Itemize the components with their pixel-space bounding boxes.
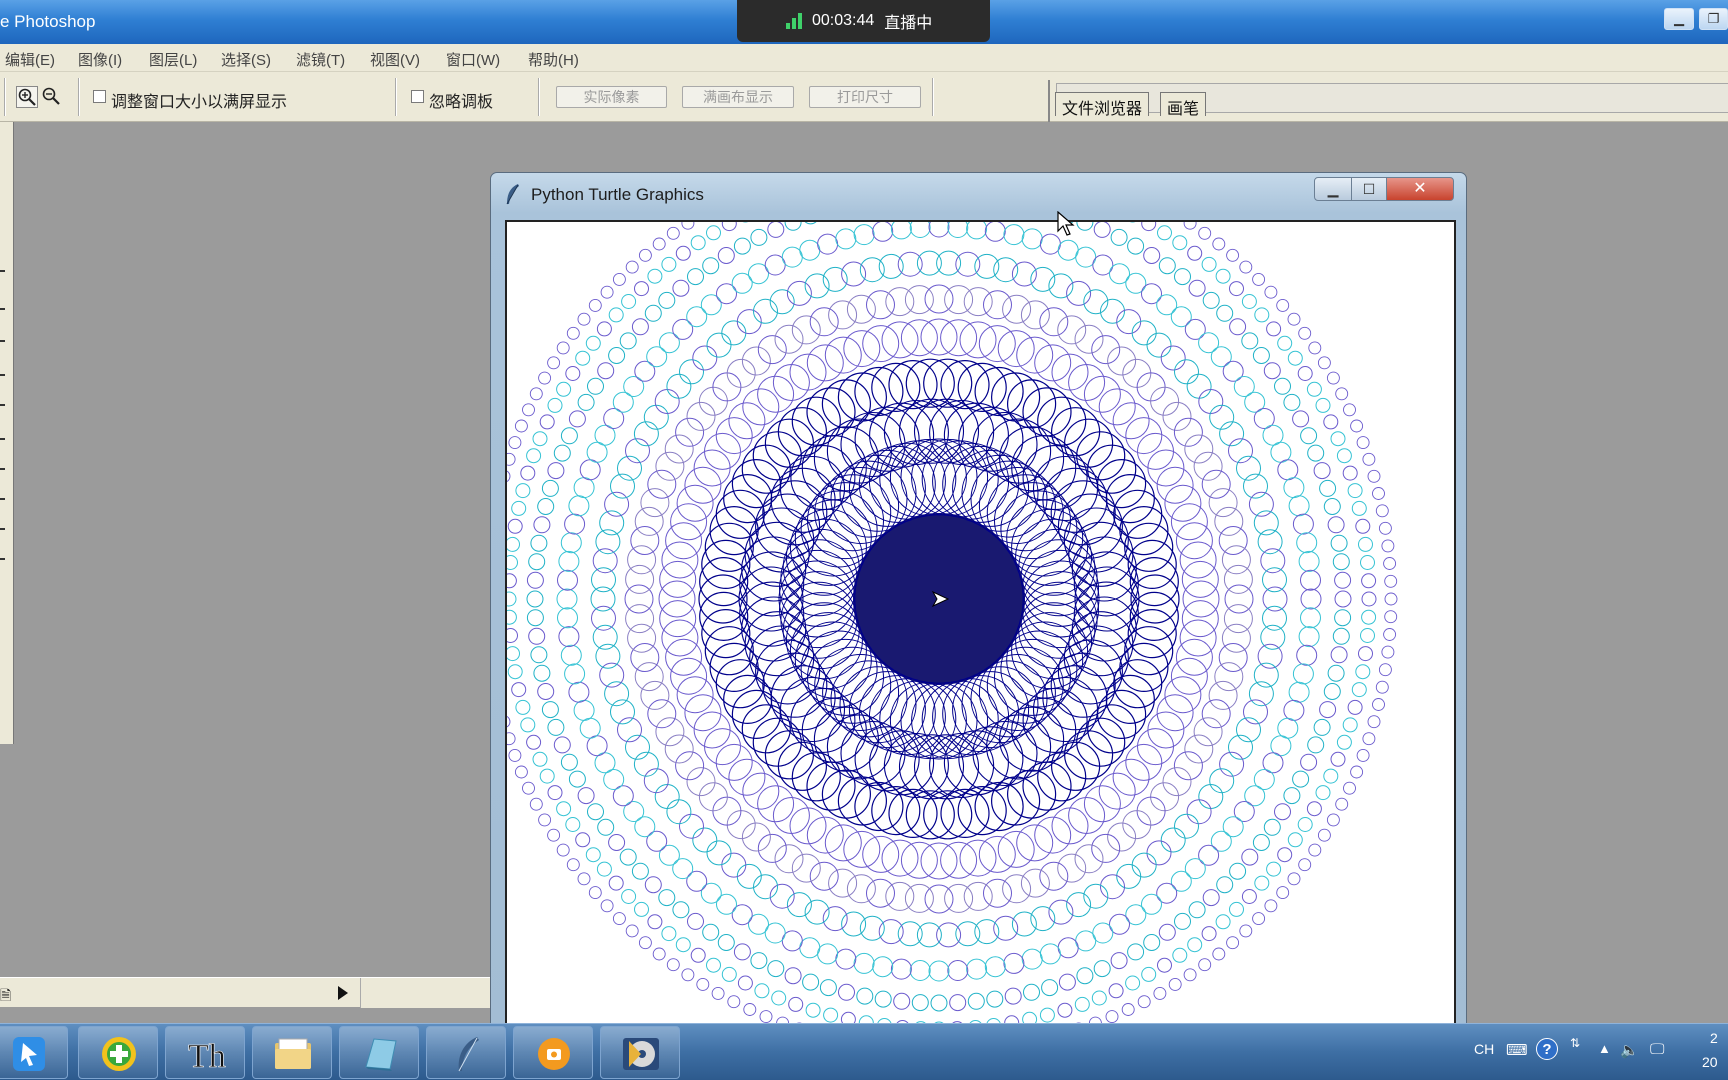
language-indicator[interactable]: CH (1474, 1041, 1494, 1057)
th-app-icon: Th (188, 1038, 226, 1073)
menu-layer[interactable]: 图层(L) (149, 49, 197, 70)
status-menu-arrow-icon[interactable] (338, 986, 348, 1000)
turtle-window: Python Turtle Graphics ▁ ☐ ✕ (490, 172, 1467, 1032)
add-app-icon (102, 1037, 136, 1071)
zoom-out-icon[interactable] (41, 86, 63, 108)
keyboard-icon[interactable]: ⌨ (1506, 1041, 1528, 1059)
clock-date[interactable]: 20 (1702, 1054, 1718, 1070)
actual-pixels-button[interactable]: 实际像素 (556, 86, 667, 108)
palette-well (1048, 80, 1728, 122)
taskbar-app-notebook[interactable] (339, 1026, 419, 1079)
taskbar-app-th[interactable]: Th (165, 1026, 245, 1079)
photoshop-title: e Photoshop (0, 12, 96, 31)
system-tray: CH ⌨ ? ⇅ ▲ 🔈 🖵 2 20 (1470, 1024, 1728, 1080)
fit-on-screen-button[interactable]: 满画布显示 (682, 86, 794, 108)
taskbar-app-orange[interactable] (513, 1026, 593, 1079)
turtle-canvas[interactable] (505, 220, 1456, 1030)
taskbar-app-python[interactable] (426, 1026, 506, 1079)
ignore-palettes-label: 忽略调板 (429, 94, 494, 111)
menu-filter[interactable]: 滤镜(T) (296, 49, 345, 70)
taskbar-app-folder[interactable] (252, 1026, 332, 1079)
taskbar-app-disc[interactable] (600, 1026, 680, 1079)
tab-brushes[interactable]: 画笔 (1160, 92, 1207, 118)
turtle-maximize-button[interactable]: ☐ (1351, 177, 1387, 201)
taskbar: Th CH ⌨ ? ⇅ ▲ 🔈 🖵 2 20 (0, 1023, 1728, 1080)
resize-window-checkbox[interactable] (93, 90, 106, 103)
menu-window[interactable]: 窗口(W) (446, 49, 500, 70)
taskbar-app-add[interactable] (78, 1026, 158, 1079)
minimize-button[interactable]: ▁ (1664, 8, 1694, 30)
folder-icon (275, 1038, 311, 1069)
zoom-in-icon[interactable] (16, 86, 38, 108)
document-icon: 🗎 (0, 987, 12, 1003)
taskbar-app-pointer[interactable] (0, 1026, 68, 1079)
volume-icon[interactable]: 🔈 (1620, 1041, 1639, 1059)
options-bar: 调整窗口大小以满屏显示 忽略调板 实际像素 满画布显示 打印尺寸 文件浏览器 画… (0, 72, 1728, 122)
live-elapsed-time: 00:03:44 (812, 12, 875, 29)
live-overlay: 00:03:44 直播中 (737, 0, 990, 42)
show-hidden-icons[interactable]: ▲ (1598, 1041, 1611, 1056)
pointer-app-icon (13, 1037, 45, 1071)
live-status: 直播中 (884, 15, 933, 32)
feather-icon (458, 1037, 479, 1072)
mouse-cursor-icon (1057, 211, 1075, 236)
clock-time[interactable]: 2 (1710, 1030, 1718, 1046)
help-icon[interactable]: ? (1536, 1038, 1558, 1060)
tab-file-browser[interactable]: 文件浏览器 (1055, 92, 1150, 118)
turtle-window-title: Python Turtle Graphics (531, 185, 704, 204)
ignore-palettes-checkbox[interactable] (411, 90, 424, 103)
menu-image[interactable]: 图像(I) (78, 49, 122, 70)
restore-button[interactable]: ❐ (1699, 8, 1728, 30)
disc-app-icon (623, 1038, 659, 1070)
print-size-button[interactable]: 打印尺寸 (809, 86, 921, 108)
svg-text:Th: Th (188, 1038, 226, 1073)
turtle-close-button[interactable]: ✕ (1386, 177, 1454, 201)
menu-select[interactable]: 选择(S) (221, 49, 271, 70)
feather-icon (506, 184, 519, 205)
menu-bar: 编辑(E) 图像(I) 图层(L) 选择(S) 滤镜(T) 视图(V) 窗口(W… (0, 44, 1728, 72)
notebook-icon (365, 1038, 397, 1071)
toolbox (0, 122, 14, 744)
turtle-titlebar[interactable]: Python Turtle Graphics ▁ ☐ ✕ (491, 173, 1466, 215)
resize-window-label: 调整窗口大小以满屏显示 (111, 94, 288, 111)
tray-arrow-icon[interactable]: ⇅ (1570, 1036, 1580, 1050)
menu-help[interactable]: 帮助(H) (528, 49, 579, 70)
status-bar: 🗎 (0, 977, 500, 1008)
menu-edit[interactable]: 编辑(E) (5, 49, 55, 70)
network-icon[interactable]: 🖵 (1650, 1041, 1664, 1058)
turtle-minimize-button[interactable]: ▁ (1314, 177, 1352, 201)
menu-view[interactable]: 视图(V) (370, 49, 420, 70)
orange-app-icon (538, 1038, 570, 1070)
signal-icon (786, 13, 804, 29)
turtle-drawing (507, 222, 1398, 1030)
